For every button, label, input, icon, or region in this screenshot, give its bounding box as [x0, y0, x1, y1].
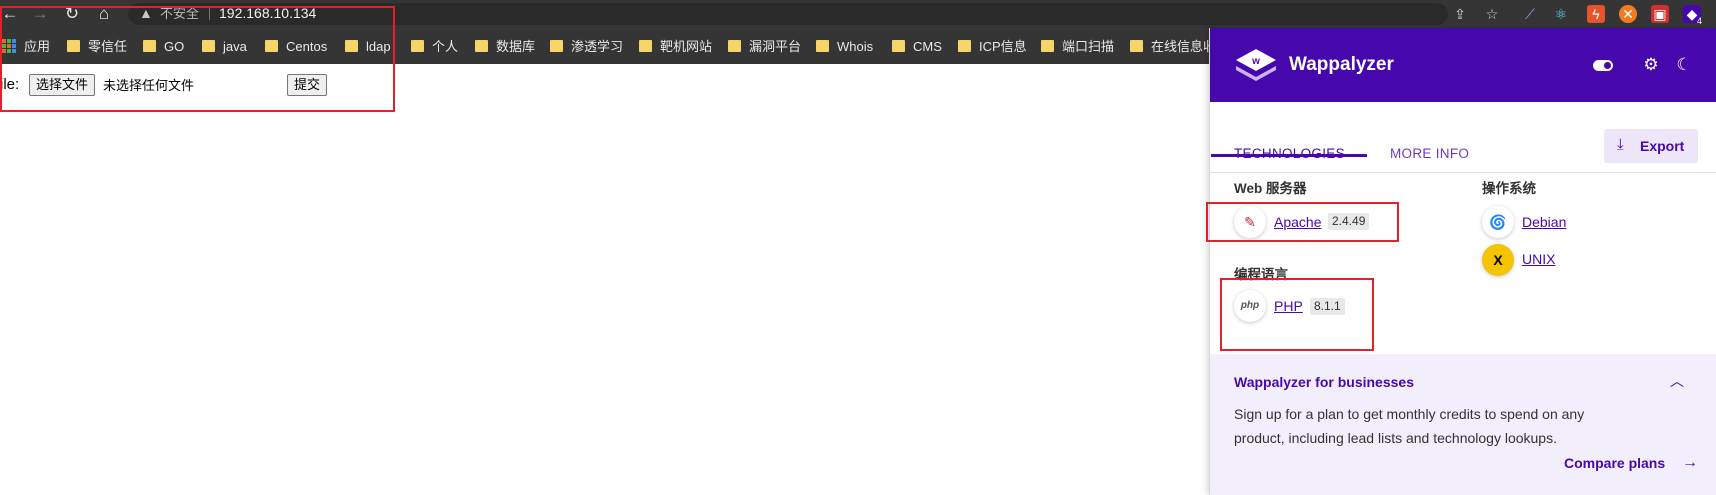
- export-label: Export: [1640, 138, 1685, 154]
- cube-extension-icon[interactable]: ▣: [1651, 5, 1669, 23]
- folder-icon: [892, 40, 905, 52]
- folder-icon: [411, 40, 424, 52]
- wappalyzer-popup: w Wappalyzer ⚙ ☾ TECHNOLOGIES MORE INFO …: [1209, 28, 1716, 495]
- settings-gear-icon[interactable]: ⚙: [1640, 54, 1662, 76]
- annotation-box-apache: [1206, 202, 1399, 242]
- bookmark-item[interactable]: 数据库: [496, 38, 535, 56]
- feather-extension-icon[interactable]: ⟋: [1521, 5, 1539, 23]
- bookmark-item[interactable]: ICP信息: [979, 38, 1027, 56]
- business-description: Sign up for a plan to get monthly credit…: [1234, 406, 1585, 446]
- tech-link-debian[interactable]: Debian: [1522, 213, 1566, 231]
- wappalyzer-logo-icon: w: [1236, 49, 1276, 81]
- bookmark-item[interactable]: CMS: [913, 38, 942, 56]
- download-icon: ⤓: [1617, 136, 1624, 153]
- category-operating-system: 操作系统: [1482, 181, 1536, 196]
- folder-icon: [816, 40, 829, 52]
- tech-link-unix[interactable]: UNIX: [1522, 250, 1555, 268]
- bookmark-item[interactable]: 个人: [432, 38, 458, 56]
- folder-icon: [1041, 40, 1054, 52]
- extension-badge: 4: [1697, 16, 1703, 26]
- folder-icon: [1130, 40, 1143, 52]
- bookmark-star-icon[interactable]: ☆: [1483, 5, 1501, 23]
- chevron-up-icon[interactable]: ︿: [1668, 372, 1686, 390]
- category-web-server: Web 服务器: [1234, 181, 1307, 196]
- arrow-right-icon[interactable]: →: [1682, 453, 1700, 473]
- bookmark-item[interactable]: 漏洞平台: [749, 38, 801, 56]
- proxy-extension-icon[interactable]: ✕: [1619, 5, 1637, 23]
- wappalyzer-header: w Wappalyzer ⚙ ☾: [1210, 28, 1716, 102]
- share-icon[interactable]: ⇪: [1451, 5, 1469, 23]
- bookmark-item[interactable]: 靶机网站: [660, 38, 712, 56]
- folder-icon: [550, 40, 563, 52]
- bookmark-item[interactable]: 在线信息收: [1151, 38, 1216, 56]
- flash-extension-icon[interactable]: ϟ: [1587, 5, 1605, 23]
- business-title[interactable]: Wappalyzer for businesses: [1234, 374, 1414, 391]
- unix-icon: X: [1482, 244, 1514, 276]
- business-panel: Wappalyzer for businesses ︿ Sign up for …: [1210, 354, 1716, 495]
- tab-more-info[interactable]: MORE INFO: [1390, 146, 1469, 162]
- svg-text:w: w: [1251, 56, 1260, 67]
- wappalyzer-title: Wappalyzer: [1289, 54, 1394, 75]
- folder-icon: [958, 40, 971, 52]
- toggle-switch-icon[interactable]: [1593, 60, 1613, 71]
- folder-icon: [475, 40, 488, 52]
- react-extension-icon[interactable]: ⚛: [1552, 5, 1570, 23]
- bookmark-item[interactable]: Whois: [837, 38, 873, 56]
- folder-icon: [639, 40, 652, 52]
- debian-swirl-icon: 🌀: [1482, 206, 1514, 238]
- annotation-box-form: [0, 6, 395, 112]
- bookmark-item[interactable]: 渗透学习: [571, 38, 623, 56]
- active-tab-indicator: [1211, 154, 1367, 157]
- dark-mode-moon-icon[interactable]: ☾: [1673, 54, 1695, 76]
- bookmark-item[interactable]: 端口扫描: [1062, 38, 1114, 56]
- folder-icon: [728, 40, 741, 52]
- annotation-box-php: [1220, 278, 1374, 351]
- compare-plans-link[interactable]: Compare plans: [1564, 455, 1665, 472]
- export-button[interactable]: ⤓ Export: [1604, 129, 1698, 163]
